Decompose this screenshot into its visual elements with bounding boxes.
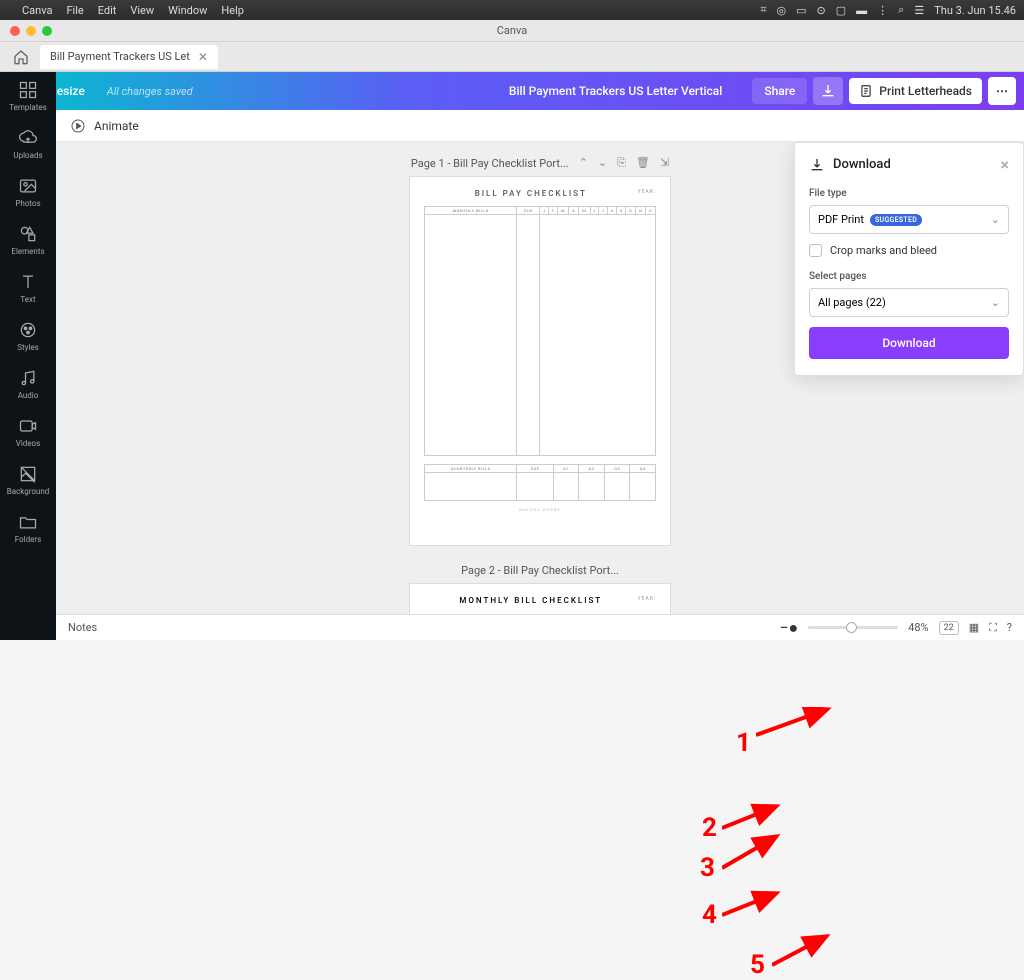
crop-label: Crop marks and bleed xyxy=(830,244,937,257)
sidebar-item-folders[interactable]: Folders xyxy=(0,504,56,552)
display-icon[interactable]: ▢ xyxy=(836,4,846,17)
tab-bar: Bill Payment Trackers US Let ✕ xyxy=(0,42,1024,72)
selectpages-label: Select pages xyxy=(809,271,1009,282)
fullscreen-icon[interactable]: ⛶ xyxy=(989,621,997,635)
chevron-down-icon: ⌄ xyxy=(991,213,1000,226)
sidebar-item-templates[interactable]: Templates xyxy=(0,72,56,120)
sidebar-item-styles[interactable]: Styles xyxy=(0,312,56,360)
crop-marks-checkbox-row[interactable]: Crop marks and bleed xyxy=(809,244,1009,257)
document-tab[interactable]: Bill Payment Trackers US Let ✕ xyxy=(40,45,218,69)
context-toolbar: Animate xyxy=(56,110,1024,142)
wifi-icon[interactable]: ⋮ xyxy=(877,4,888,17)
page-2-preview[interactable]: YEAR: MONTHLY BILL CHECKLIST xyxy=(409,583,671,615)
download-action-button[interactable]: Download xyxy=(809,327,1009,359)
zoom-value[interactable]: 48% xyxy=(908,621,928,634)
doc1-year: YEAR: xyxy=(638,189,656,195)
tab-close-icon[interactable]: ✕ xyxy=(198,50,208,64)
play-icon[interactable]: ⊙ xyxy=(817,4,826,17)
sidebar-item-text[interactable]: Text xyxy=(0,264,56,312)
filetype-label: File type xyxy=(809,188,1009,199)
download-panel-title: Download xyxy=(833,157,891,172)
zoom-slider[interactable] xyxy=(808,626,898,629)
app-toolbar: File Resize All changes saved Bill Payme… xyxy=(0,72,1024,110)
sidebar-item-photos[interactable]: Photos xyxy=(0,168,56,216)
close-panel-icon[interactable]: × xyxy=(1000,155,1009,174)
battery-icon[interactable]: ▬ xyxy=(856,4,867,17)
selectpages-select[interactable]: All pages (22) ⌄ xyxy=(809,288,1009,317)
search-icon[interactable]: ⌕ xyxy=(898,3,904,17)
print-label: Print Letterheads xyxy=(879,84,972,98)
canvas-area[interactable]: Page 1 - Bill Pay Checklist Port... ⌃ ⌄ … xyxy=(56,142,1024,615)
document-icon xyxy=(859,84,873,98)
download-icon xyxy=(820,83,836,99)
annotation-3: 3 xyxy=(700,853,715,883)
doc1-title: BILL PAY CHECKLIST xyxy=(424,189,656,198)
page-2-header: Page 2 - Bill Pay Checklist Port... xyxy=(56,564,1024,577)
filetype-select[interactable]: PDF Print SUGGESTED ⌄ xyxy=(809,205,1009,234)
more-button[interactable]: ⋯ xyxy=(988,77,1016,105)
zoom-out-icon[interactable]: −● xyxy=(779,618,798,638)
menubar-window[interactable]: Window xyxy=(168,4,207,17)
sidebar-item-audio[interactable]: Audio xyxy=(0,360,56,408)
control-center-icon[interactable]: ☰ xyxy=(914,4,924,17)
page-1-preview[interactable]: YEAR: BILL PAY CHECKLIST MONTHLY BILLS D… xyxy=(409,176,671,546)
duplicate-page-icon[interactable]: ⎘ xyxy=(617,156,626,170)
share-button[interactable]: Share xyxy=(752,78,807,104)
help-icon[interactable]: ? xyxy=(1007,621,1012,634)
delete-page-icon[interactable]: 🗑 xyxy=(636,156,650,170)
notes-button[interactable]: Notes xyxy=(68,621,97,634)
save-status: All changes saved xyxy=(107,85,193,98)
menubar-app[interactable]: Canva xyxy=(22,4,52,17)
expand-down-icon[interactable]: ⌄ xyxy=(598,156,607,170)
left-sidebar: Templates Uploads Photos Elements Text S… xyxy=(0,72,56,640)
sidebar-item-background[interactable]: Background xyxy=(0,456,56,504)
animate-icon xyxy=(70,118,86,134)
sidebar-item-uploads[interactable]: Uploads xyxy=(0,120,56,168)
add-page-icon[interactable]: ⇲ xyxy=(660,156,669,170)
document-title[interactable]: Bill Payment Trackers US Letter Vertical xyxy=(213,84,733,98)
collapse-up-icon[interactable]: ⌃ xyxy=(579,156,588,170)
annotation-1: 1 xyxy=(736,728,751,758)
annotation-4: 4 xyxy=(702,900,717,930)
grid-view-icon[interactable]: ▦ xyxy=(969,621,979,634)
suggested-badge: SUGGESTED xyxy=(870,214,922,226)
menubar-clock[interactable]: Thu 3. Jun 15.46 xyxy=(934,4,1016,17)
sidebar-item-elements[interactable]: Elements xyxy=(0,216,56,264)
menubar-edit[interactable]: Edit xyxy=(98,4,117,17)
window-title: Canva xyxy=(0,24,1024,37)
download-icon xyxy=(809,157,825,173)
selectpages-value: All pages (22) xyxy=(818,296,886,309)
page-1-title[interactable]: Page 1 - Bill Pay Checklist Port... xyxy=(411,157,569,170)
print-letterheads-button[interactable]: Print Letterheads xyxy=(849,78,982,104)
dropbox-icon[interactable]: ⌗ xyxy=(760,3,766,17)
filetype-value: PDF Print xyxy=(818,213,864,226)
menubar-help[interactable]: Help xyxy=(221,4,244,17)
doc1-footer: DIGITAL HYGGE xyxy=(424,507,656,512)
animate-label[interactable]: Animate xyxy=(94,119,139,133)
crop-checkbox[interactable] xyxy=(809,244,822,257)
download-panel: Download × File type PDF Print SUGGESTED… xyxy=(794,142,1024,376)
cc-icon[interactable]: ◎ xyxy=(777,4,787,17)
home-button[interactable] xyxy=(6,45,36,69)
tab-title: Bill Payment Trackers US Let xyxy=(50,50,190,63)
window-titlebar: Canva xyxy=(0,20,1024,42)
annotation-5: 5 xyxy=(750,950,765,980)
download-button[interactable] xyxy=(813,77,843,105)
flag-icon[interactable]: ▭ xyxy=(796,4,806,17)
page-count-badge[interactable]: 22 xyxy=(939,621,959,635)
sidebar-item-videos[interactable]: Videos xyxy=(0,408,56,456)
macos-menubar: Canva File Edit View Window Help ⌗ ◎ ▭ ⊙… xyxy=(0,0,1024,20)
menubar-file[interactable]: File xyxy=(66,4,83,17)
page-2-title[interactable]: Page 2 - Bill Pay Checklist Port... xyxy=(461,564,619,577)
bottom-bar: Notes −● 48% 22 ▦ ⛶ ? xyxy=(56,614,1024,640)
menubar-view[interactable]: View xyxy=(130,4,154,17)
chevron-down-icon: ⌄ xyxy=(991,296,1000,309)
annotation-2: 2 xyxy=(702,813,717,843)
